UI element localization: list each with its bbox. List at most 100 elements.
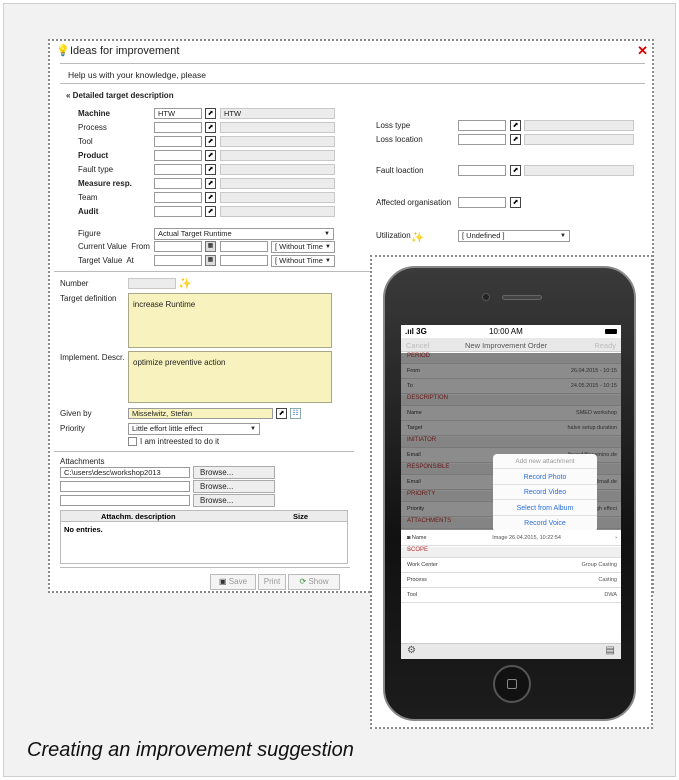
at-time-select[interactable]: [ Without Time ▼	[271, 255, 335, 267]
field-label: Product	[78, 151, 109, 160]
given-by-input[interactable]: Misselwitz, Stefan	[128, 408, 273, 419]
field-input[interactable]	[154, 164, 202, 175]
number-label: Number	[60, 279, 89, 288]
camera-icon	[482, 293, 490, 301]
edit-icon[interactable]: ⬈	[205, 108, 216, 119]
interest-label: I am intreested to do it	[140, 437, 220, 446]
speaker-grill	[502, 295, 542, 300]
popup-item[interactable]: Select from Album	[493, 501, 597, 516]
settings-icon[interactable]: ⚙	[407, 645, 416, 656]
field-readonly	[220, 122, 335, 133]
cancel-button[interactable]: Cancel	[406, 341, 429, 350]
field-readonly: HTW	[220, 108, 335, 119]
fault-location-readonly	[524, 165, 634, 176]
calendar-icon[interactable]: ▦	[205, 255, 216, 266]
edit-icon[interactable]: ⬈	[510, 134, 521, 145]
from-time-select[interactable]: [ Without Time ▼	[271, 241, 335, 253]
carrier: .ııl 3G	[405, 327, 427, 336]
calendar-icon[interactable]: ▦	[205, 241, 216, 252]
print-button[interactable]: Print	[258, 574, 286, 590]
field-input[interactable]	[154, 192, 202, 203]
at-date-input[interactable]	[154, 255, 202, 266]
attachment-path-input[interactable]: C:\users\desc\workshop2013	[60, 467, 190, 478]
field-label: Process	[78, 123, 107, 132]
attachment-path-input-2[interactable]	[60, 481, 190, 492]
attachment-path-input-3[interactable]	[60, 495, 190, 506]
field-label: Fault type	[78, 165, 114, 174]
figure-select[interactable]: Actual Target Runtime ▼	[154, 228, 334, 240]
save-icon: ▣	[218, 577, 227, 586]
ready-button[interactable]: Ready	[594, 341, 616, 350]
table-header: Attachm. description Size	[61, 511, 347, 522]
at-time-input[interactable]	[220, 255, 268, 266]
fault-location-input[interactable]	[458, 165, 506, 176]
loss-type-input[interactable]	[458, 120, 506, 131]
wizard-icon[interactable]: ✨	[178, 277, 192, 290]
field-readonly	[220, 178, 335, 189]
edit-icon[interactable]: ⬈	[510, 120, 521, 131]
status-bar: .ııl 3G 10:00 AM	[401, 325, 621, 338]
loss-location-input[interactable]	[458, 134, 506, 145]
col-description: Attachm. description	[101, 512, 176, 521]
edit-icon[interactable]: ⬈	[205, 192, 216, 203]
field-readonly	[220, 150, 335, 161]
show-button[interactable]: ⟳ Show	[288, 574, 340, 590]
tab-bar: ⚙ ▤	[401, 643, 621, 659]
priority-select[interactable]: Little effort little effect ▼	[128, 423, 260, 435]
field-readonly	[220, 136, 335, 147]
edit-icon[interactable]: ⬈	[205, 206, 216, 217]
field-input[interactable]	[154, 206, 202, 217]
utilization-select[interactable]: [ Undefined ] ▼	[458, 230, 570, 242]
edit-icon[interactable]: ⬈	[205, 150, 216, 161]
no-entries-text: No entries.	[64, 525, 103, 534]
field-input[interactable]: HTW	[154, 108, 202, 119]
save-button[interactable]: ▣ Save	[210, 574, 256, 590]
loss-type-readonly	[524, 120, 634, 131]
target-definition-label: Target definition	[60, 294, 117, 303]
target-definition-textarea[interactable]: increase Runtime	[128, 293, 332, 348]
edit-icon[interactable]: ⬈	[205, 164, 216, 175]
clock: 10:00 AM	[489, 327, 523, 336]
folder-icon[interactable]: ▤	[606, 645, 615, 656]
popup-item[interactable]: Record Photo	[493, 470, 597, 485]
browse-button[interactable]: Browse...	[193, 466, 275, 479]
camera-icon: ◙ Name	[407, 535, 427, 541]
target-value-label: Target Value At	[78, 256, 134, 265]
utilization-label: Utilization ✨	[376, 231, 425, 244]
field-label: Audit	[78, 207, 99, 216]
affected-org-input[interactable]	[458, 197, 506, 208]
phone-frame: .ııl 3G 10:00 AM Cancel New Improvement …	[370, 255, 653, 729]
affected-org-label: Affected organisation	[376, 198, 452, 207]
close-icon[interactable]: ✕	[637, 43, 648, 59]
home-button[interactable]	[493, 665, 531, 703]
browse-button-3[interactable]: Browse...	[193, 494, 275, 507]
implement-textarea[interactable]: optimize preventive action	[128, 351, 332, 403]
loss-location-readonly	[524, 134, 634, 145]
smartphone: .ııl 3G 10:00 AM Cancel New Improvement …	[383, 266, 636, 721]
field-input[interactable]	[154, 122, 202, 133]
field-input[interactable]	[154, 150, 202, 161]
edit-icon[interactable]: ⬈	[510, 197, 521, 208]
wizard-icon[interactable]: ✨	[411, 231, 425, 244]
section-title: Detailed target description	[72, 91, 174, 100]
field-label: Tool	[78, 137, 93, 146]
interest-checkbox[interactable]	[128, 437, 137, 446]
given-by-label: Given by	[60, 409, 92, 418]
field-input[interactable]	[154, 178, 202, 189]
person-card-icon[interactable]: ☷	[290, 408, 301, 419]
edit-icon[interactable]: ⬈	[510, 165, 521, 176]
popup-item[interactable]: Record Voice	[493, 516, 597, 531]
edit-icon[interactable]: ⬈	[205, 122, 216, 133]
window-title: Ideas for improvement	[70, 45, 180, 57]
popup-item[interactable]: Record Video	[493, 485, 597, 500]
priority-label: Priority	[60, 424, 85, 433]
section-header[interactable]: « Detailed target description	[66, 91, 174, 100]
field-input[interactable]	[154, 136, 202, 147]
edit-icon[interactable]: ⬈	[205, 178, 216, 189]
edit-icon[interactable]: ⬈	[276, 408, 287, 419]
loss-type-label: Loss type	[376, 121, 411, 130]
edit-icon[interactable]: ⬈	[205, 136, 216, 147]
from-time-input[interactable]	[220, 241, 268, 252]
browse-button-2[interactable]: Browse...	[193, 480, 275, 493]
from-date-input[interactable]	[154, 241, 202, 252]
